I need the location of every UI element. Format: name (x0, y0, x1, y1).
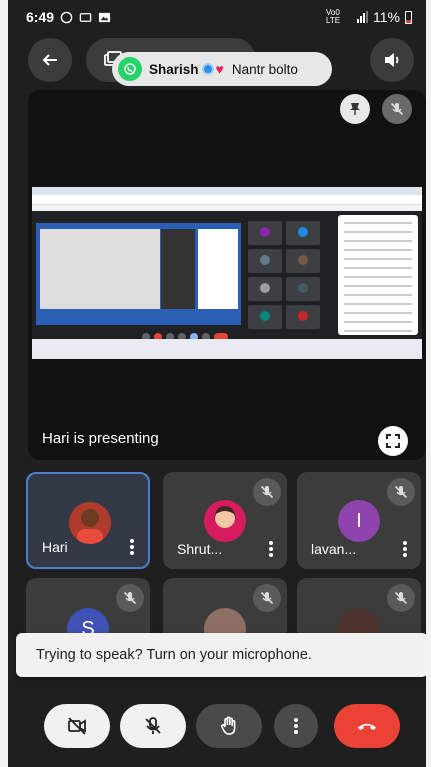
end-call-icon (358, 723, 376, 730)
participant-tile[interactable]: I lavan... (297, 472, 421, 569)
mic-off-badge (387, 478, 415, 506)
mic-off-badge (387, 584, 415, 612)
more-vert-icon[interactable] (403, 541, 407, 557)
shared-screen-content (32, 187, 422, 359)
more-options-button[interactable] (274, 704, 318, 748)
battery-percent: 11% (373, 9, 400, 25)
more-vert-icon[interactable] (269, 541, 273, 557)
pin-icon (350, 103, 360, 115)
heart-emoji-icon: ♥ (215, 61, 224, 77)
speaker-button[interactable] (370, 38, 414, 82)
cast-status-icon (79, 12, 92, 22)
camera-off-icon (68, 717, 86, 735)
battery-icon (405, 10, 412, 24)
mic-off-icon (390, 102, 404, 116)
network-type: Vo0 LTE (326, 8, 341, 25)
microphone-toast[interactable]: Trying to speak? Turn on your microphone… (16, 633, 426, 677)
participant-tile[interactable]: Shrut... (163, 472, 287, 569)
mic-off-badge (253, 584, 281, 612)
presentation-tile[interactable]: Hari is presenting (28, 90, 426, 460)
mic-off-icon (394, 591, 408, 605)
back-button[interactable] (28, 38, 72, 82)
camera-toggle-button[interactable] (44, 704, 110, 748)
more-vert-icon[interactable] (130, 539, 134, 555)
toast-message: Trying to speak? Turn on your microphone… (36, 647, 312, 663)
mic-off-icon (394, 485, 408, 499)
participant-name: Shrut... (177, 541, 223, 557)
mic-off-badge (253, 478, 281, 506)
mic-off-icon (260, 485, 274, 499)
avatar (69, 502, 111, 544)
speaker-icon (385, 53, 399, 67)
presenting-label: Hari is presenting (42, 430, 159, 447)
mic-off-icon (145, 717, 161, 734)
more-vert-icon (294, 718, 298, 734)
whatsapp-status-icon (60, 11, 73, 23)
participant-name: Hari (42, 539, 68, 555)
fullscreen-icon (386, 434, 400, 448)
mic-toggle-button[interactable] (120, 704, 186, 748)
image-status-icon (98, 12, 111, 22)
raise-hand-icon (221, 716, 236, 735)
status-time: 6:49 (26, 9, 55, 25)
notification-message: Nantr bolto (231, 61, 298, 77)
mic-off-icon (123, 591, 137, 605)
blue-emoji-icon (201, 63, 214, 75)
meet-screen: 6:49 Vo0 LTE 11% Sharish ♥ Nantr bolto H… (8, 0, 426, 767)
avatar (204, 500, 246, 542)
participant-tile[interactable]: Hari (26, 472, 150, 569)
status-bar: 6:49 Vo0 LTE 11% (8, 0, 426, 34)
mic-off-badge (116, 584, 144, 612)
mic-off-icon (260, 591, 274, 605)
whatsapp-icon (118, 57, 142, 81)
participant-name: lavan... (311, 541, 357, 557)
presenter-mic-off-badge (382, 94, 412, 124)
signal-icon (357, 11, 369, 23)
fullscreen-button[interactable] (378, 426, 408, 456)
pin-button[interactable] (340, 94, 370, 124)
back-arrow-icon (42, 54, 57, 66)
caller-name: Sharish (149, 61, 199, 77)
raise-hand-button[interactable] (196, 704, 262, 748)
whatsapp-notification-pill[interactable]: Sharish ♥ Nantr bolto (112, 52, 332, 86)
end-call-button[interactable] (334, 704, 400, 748)
avatar: I (338, 500, 380, 542)
